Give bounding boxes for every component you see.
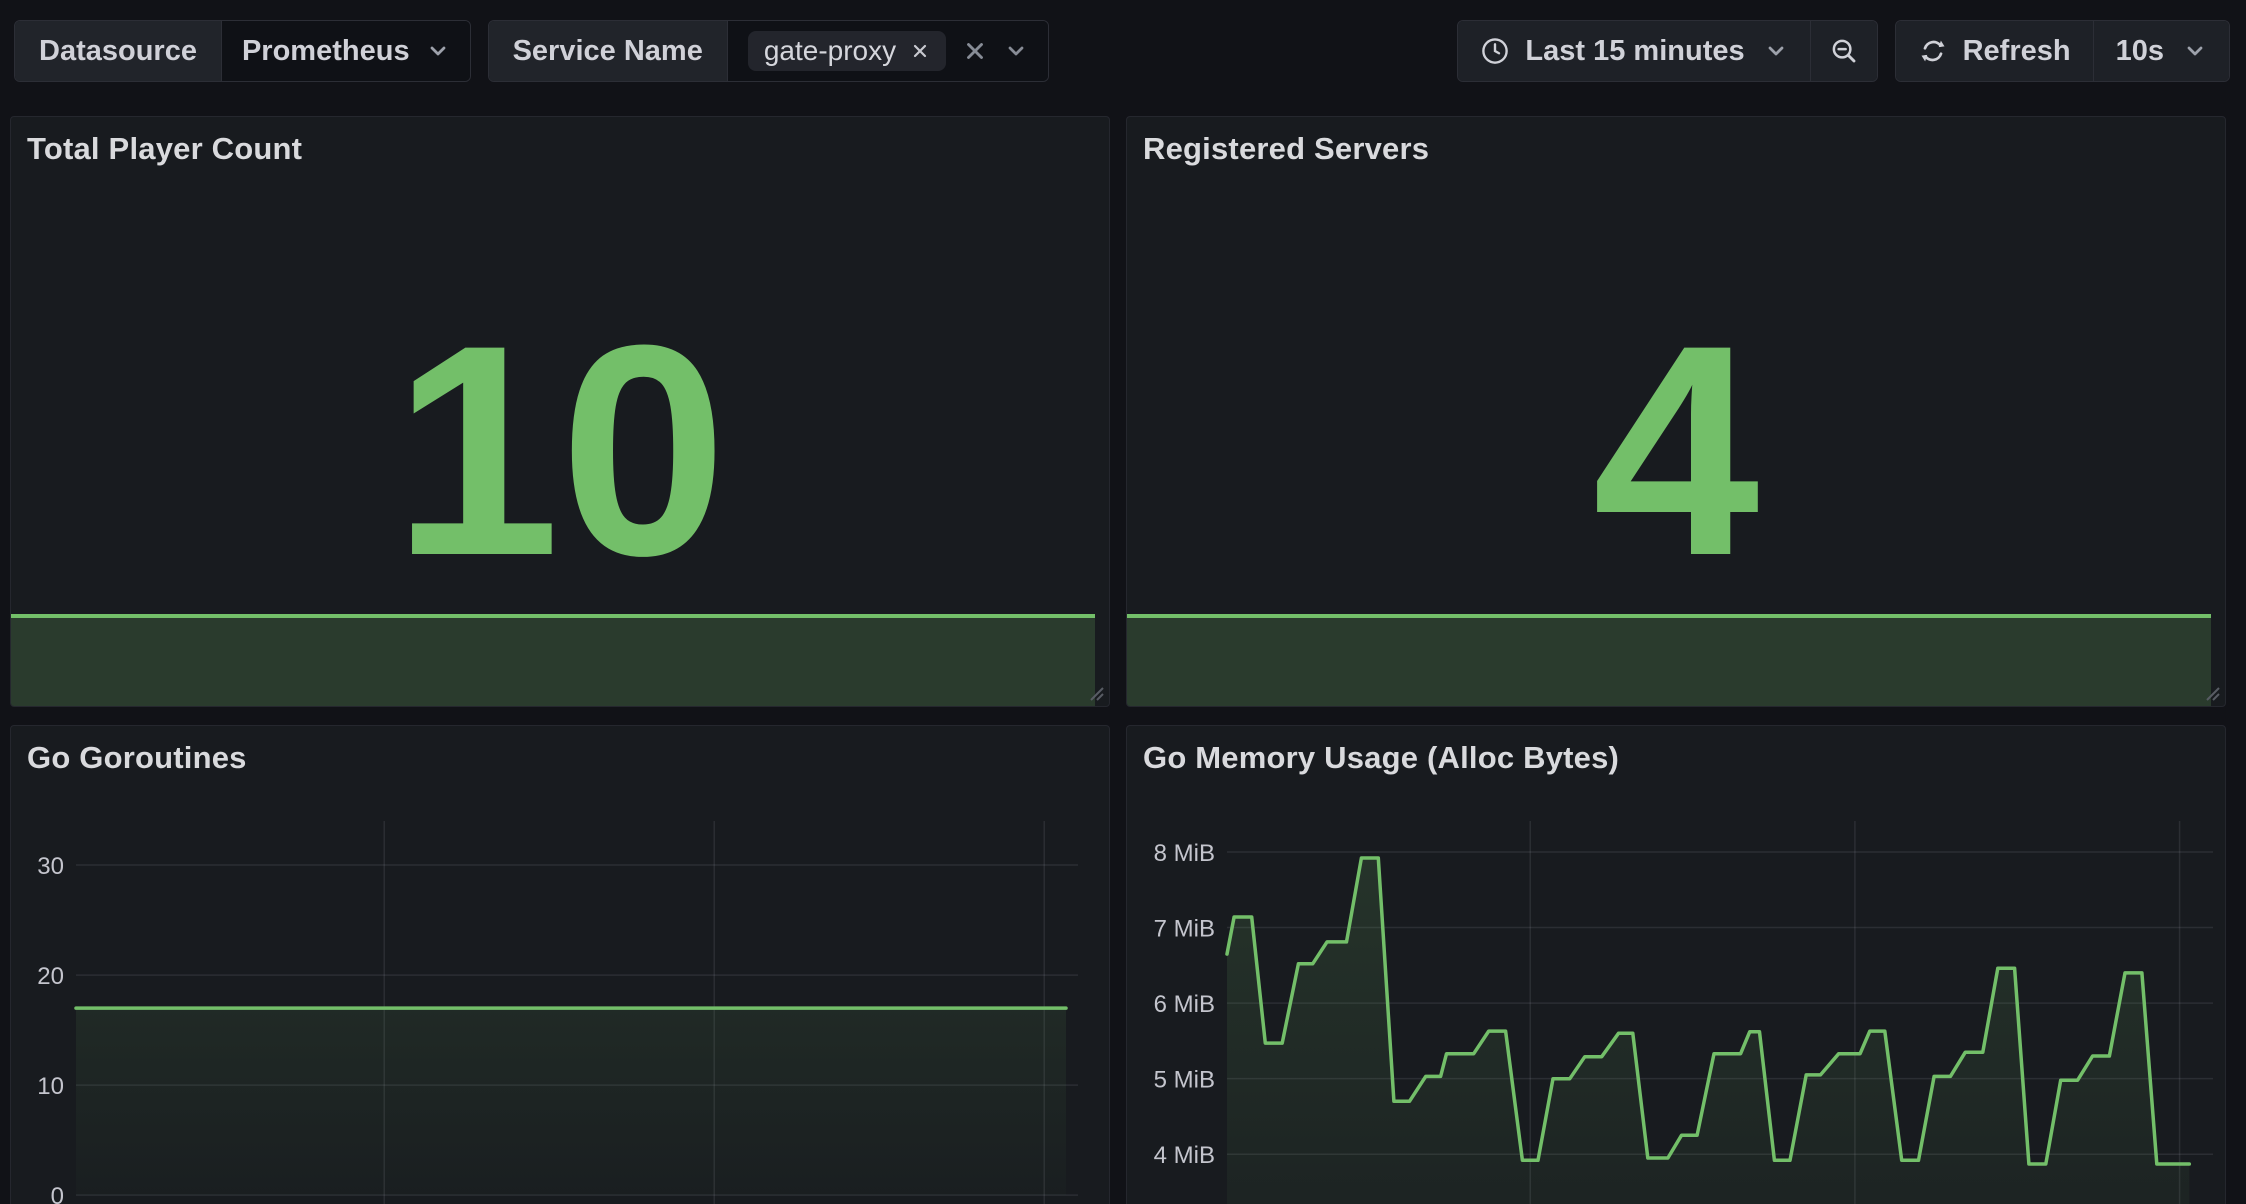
time-controls: Last 15 minutes <box>1457 20 1877 82</box>
svg-text:30: 30 <box>37 853 64 880</box>
dashboard-controls: Datasource Prometheus Service Name gate-… <box>14 20 2230 82</box>
panel-go-memory-usage: Go Memory Usage (Alloc Bytes) 4 MiB5 MiB… <box>1126 725 2226 1204</box>
panel-title: Total Player Count <box>27 131 302 167</box>
variable-service-name: Service Name gate-proxy <box>488 20 1050 82</box>
service-name-tag[interactable]: gate-proxy <box>748 31 946 71</box>
chevron-down-icon <box>426 39 450 63</box>
stat-value: 4 <box>1127 300 2225 600</box>
refresh-icon <box>1918 36 1948 66</box>
zoom-out-button[interactable] <box>1810 21 1877 81</box>
svg-text:7 MiB: 7 MiB <box>1154 916 1215 943</box>
datasource-picker[interactable]: Prometheus <box>222 21 470 81</box>
tag-label: gate-proxy <box>764 35 896 67</box>
chevron-down-icon <box>2183 39 2207 63</box>
variable-datasource: Datasource Prometheus <box>14 20 471 82</box>
memory-chart: 4 MiB 5 MiB 6 MiB 7 MiB 8 MiB <box>1127 726 2226 1204</box>
panel-grid: Total Player Count 10 Registered Servers… <box>10 116 2226 1204</box>
time-range-picker[interactable]: Last 15 minutes <box>1458 21 1809 81</box>
panel-resize-handle[interactable] <box>1083 680 1105 702</box>
refresh-interval-picker[interactable]: 10s <box>2093 21 2229 81</box>
svg-text:4 MiB: 4 MiB <box>1154 1142 1215 1169</box>
svg-text:0: 0 <box>51 1183 64 1204</box>
svg-text:20: 20 <box>37 963 64 990</box>
datasource-label: Datasource <box>15 21 222 81</box>
datasource-value: Prometheus <box>242 35 410 68</box>
refresh-interval-value: 10s <box>2116 35 2164 68</box>
panel-title: Registered Servers <box>1143 131 1429 167</box>
refresh-controls: Refresh 10s <box>1895 20 2230 82</box>
refresh-label: Refresh <box>1963 35 2071 68</box>
service-name-label: Service Name <box>489 21 728 81</box>
svg-text:8 MiB: 8 MiB <box>1154 840 1215 867</box>
zoom-out-icon <box>1829 36 1859 66</box>
grafana-dashboard: Datasource Prometheus Service Name gate-… <box>0 0 2246 1204</box>
panel-registered-servers: Registered Servers 4 <box>1126 116 2226 707</box>
clock-icon <box>1480 36 1510 66</box>
chevron-down-icon[interactable] <box>1004 39 1028 63</box>
panel-total-player-count: Total Player Count 10 <box>10 116 1110 707</box>
stat-sparkline <box>1127 614 2211 706</box>
svg-text:10: 10 <box>37 1073 64 1100</box>
service-name-picker[interactable]: gate-proxy <box>728 21 1048 81</box>
toolbar-spacer <box>1066 20 1440 82</box>
goroutines-chart: 0 10 20 30 <box>11 726 1110 1204</box>
remove-tag-icon[interactable] <box>910 41 930 61</box>
panel-resize-handle[interactable] <box>2199 680 2221 702</box>
time-range-label: Last 15 minutes <box>1525 35 1744 68</box>
panel-go-goroutines: Go Goroutines 0102030 <box>10 725 1110 1204</box>
clear-selection-icon[interactable] <box>962 38 988 64</box>
svg-text:6 MiB: 6 MiB <box>1154 991 1215 1018</box>
refresh-button[interactable]: Refresh <box>1896 21 2093 81</box>
stat-value: 10 <box>11 300 1109 600</box>
chevron-down-icon <box>1764 39 1788 63</box>
stat-sparkline <box>11 614 1095 706</box>
svg-text:5 MiB: 5 MiB <box>1154 1067 1215 1094</box>
